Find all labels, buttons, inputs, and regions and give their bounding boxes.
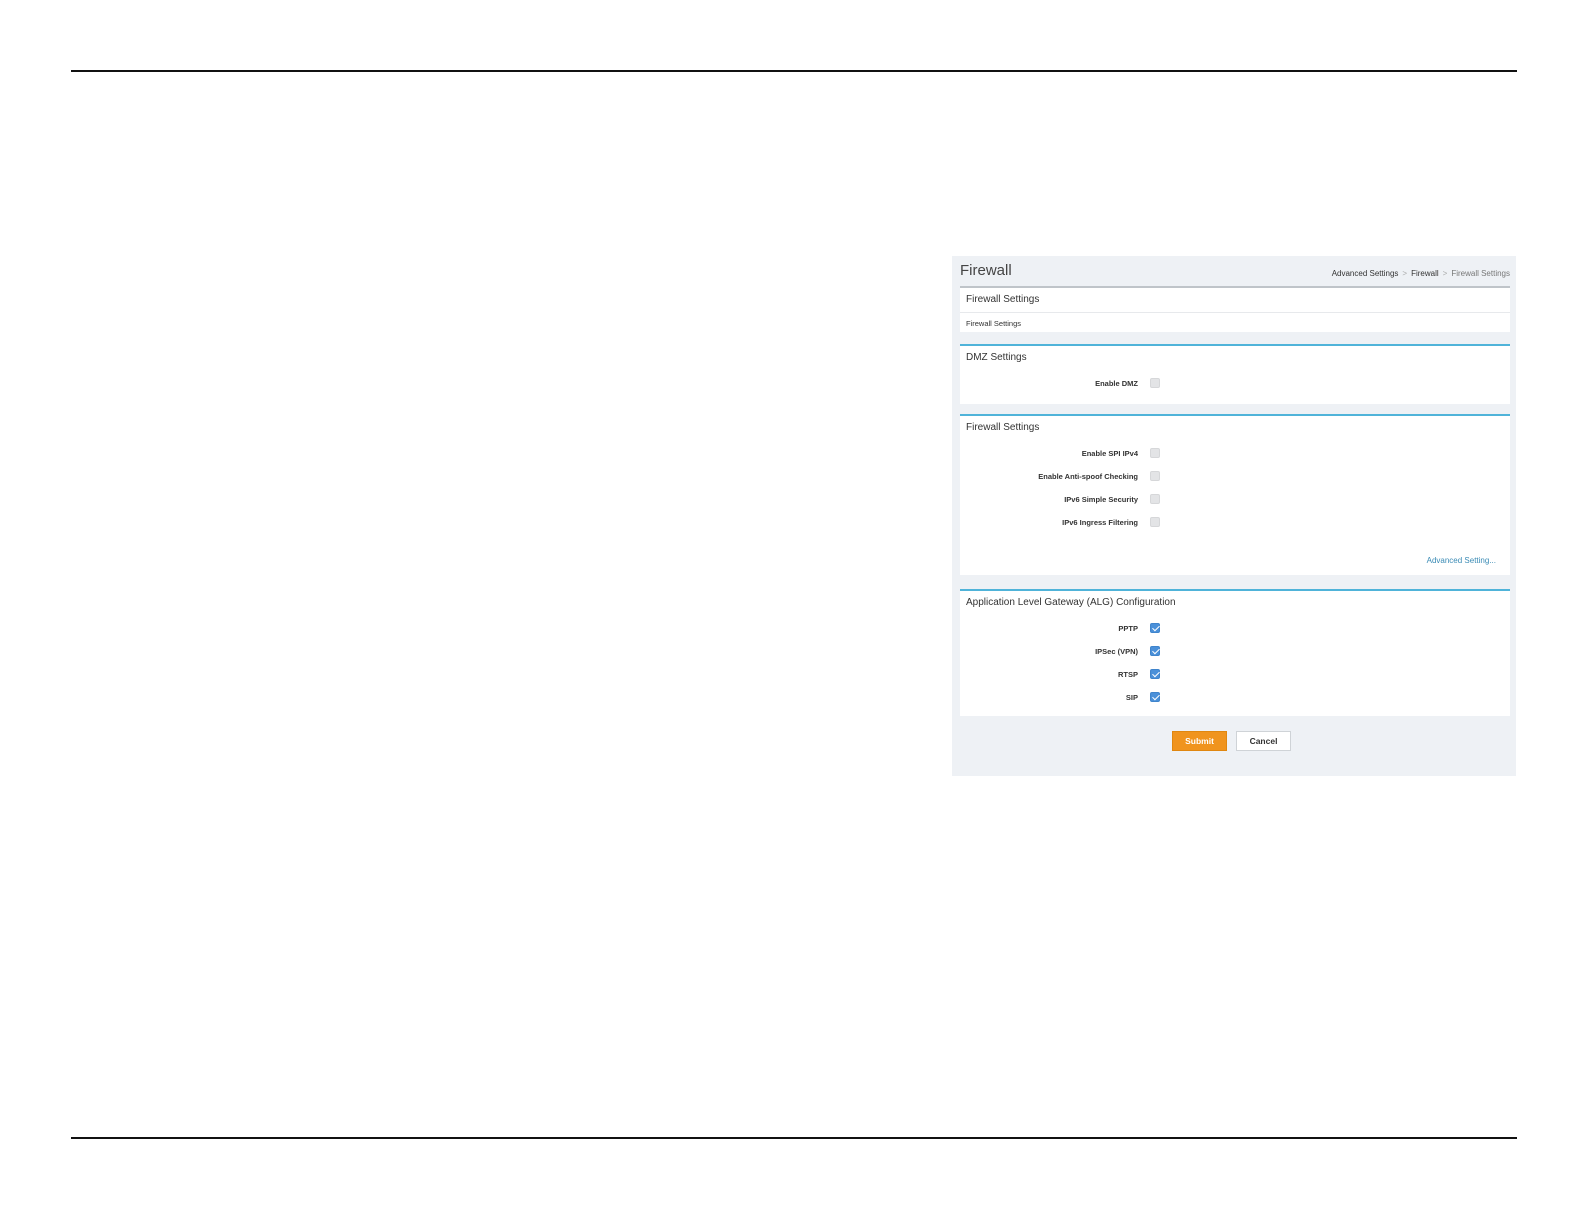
alg-configuration-section: Application Level Gateway (ALG) Configur… [960, 589, 1510, 716]
ipv6-ingress-filtering-label: IPv6 Ingress Filtering [1062, 518, 1138, 527]
enable-anti-spoof-checkbox[interactable] [1150, 471, 1160, 481]
breadcrumb-separator: > [1402, 269, 1408, 278]
row-ipsec-vpn: IPSec (VPN) [960, 645, 1510, 659]
breadcrumb: Advanced Settings > Firewall > Firewall Sett… [1332, 269, 1510, 278]
breadcrumb-firewall[interactable]: Firewall [1411, 269, 1439, 278]
ipv6-simple-security-checkbox[interactable] [1150, 494, 1160, 504]
breadcrumb-advanced-settings[interactable]: Advanced Settings [1332, 269, 1399, 278]
row-enable-anti-spoof: Enable Anti-spoof Checking [960, 470, 1510, 484]
row-sip: SIP [960, 691, 1510, 705]
ipsec-vpn-label: IPSec (VPN) [1095, 647, 1138, 656]
submit-button[interactable]: Submit [1172, 731, 1227, 751]
bottom-rule [71, 1137, 1517, 1139]
rtsp-label: RTSP [1117, 670, 1138, 679]
ipv6-simple-security-label: IPv6 Simple Security [1064, 495, 1138, 504]
row-pptp: PPTP [960, 622, 1510, 636]
panel-header: Firewall Advanced Settings > Firewall > Fire… [960, 256, 1510, 286]
ipv6-ingress-filtering-checkbox[interactable] [1150, 517, 1160, 527]
section-title: DMZ Settings [966, 352, 1027, 363]
firewall-settings-section: Firewall Settings Enable SPI IPv4 Enable… [960, 414, 1510, 575]
sip-label: SIP [1125, 693, 1138, 702]
row-rtsp: RTSP [960, 668, 1510, 682]
ipsec-vpn-checkbox[interactable] [1150, 646, 1160, 656]
enable-spi-ipv4-checkbox[interactable] [1150, 448, 1160, 458]
enable-dmz-label: Enable DMZ [1095, 379, 1138, 388]
advanced-setting-link[interactable]: Advanced Setting... [1427, 556, 1496, 565]
cancel-button[interactable]: Cancel [1236, 731, 1291, 751]
firewall-settings-tab[interactable]: Firewall Settings [966, 319, 1021, 328]
sip-checkbox[interactable] [1150, 692, 1160, 702]
breadcrumb-firewall-settings: Firewall Settings [1451, 269, 1510, 278]
page-title: Firewall [960, 262, 1012, 279]
section-title: Firewall Settings [966, 294, 1040, 305]
pptp-label: PPTP [1118, 624, 1138, 633]
row-enable-dmz: Enable DMZ [960, 377, 1510, 391]
section-title: Firewall Settings [966, 422, 1040, 433]
enable-dmz-checkbox[interactable] [1150, 378, 1160, 388]
row-ipv6-simple-security: IPv6 Simple Security [960, 493, 1510, 507]
dmz-settings-section: DMZ Settings Enable DMZ [960, 344, 1510, 404]
top-rule [71, 70, 1517, 72]
firewall-settings-tab-section: Firewall Settings Firewall Settings [960, 286, 1510, 332]
row-enable-spi-ipv4: Enable SPI IPv4 [960, 447, 1510, 461]
enable-spi-ipv4-label: Enable SPI IPv4 [1081, 449, 1138, 458]
breadcrumb-separator: > [1442, 269, 1448, 278]
rtsp-checkbox[interactable] [1150, 669, 1160, 679]
enable-anti-spoof-label: Enable Anti-spoof Checking [1038, 472, 1138, 481]
pptp-checkbox[interactable] [1150, 623, 1160, 633]
section-divider [960, 312, 1510, 313]
firewall-panel: Firewall Advanced Settings > Firewall > Fire… [952, 256, 1516, 776]
section-title: Application Level Gateway (ALG) Configur… [966, 597, 1176, 608]
row-ipv6-ingress-filtering: IPv6 Ingress Filtering [960, 516, 1510, 530]
